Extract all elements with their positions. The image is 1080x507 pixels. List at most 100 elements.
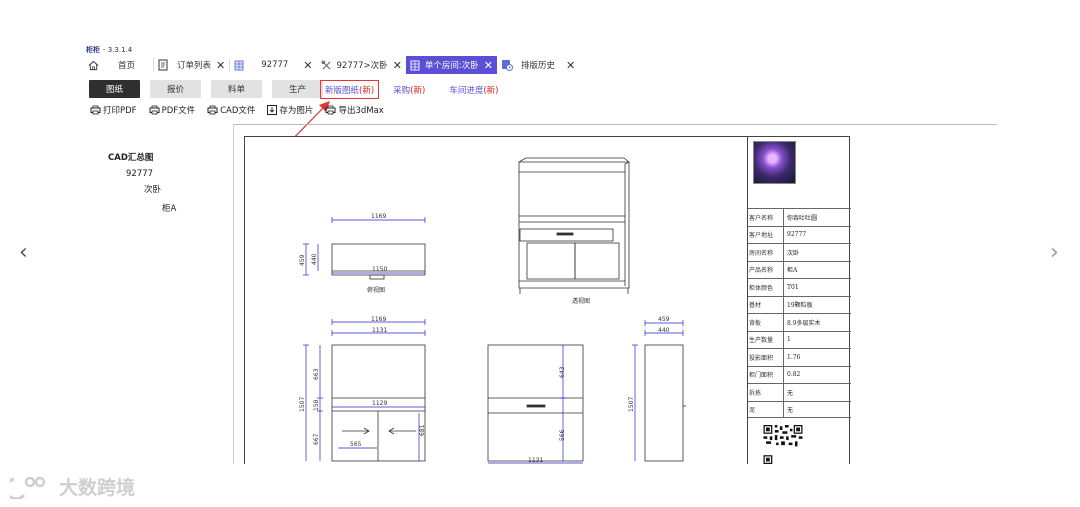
info-row: 生产数量 1 bbox=[748, 330, 851, 348]
new-badge: (新) bbox=[410, 85, 426, 96]
grid-icon bbox=[410, 60, 420, 70]
app-version: - 3.3.1.4 bbox=[103, 46, 133, 54]
tool-label: CAD文件 bbox=[220, 106, 256, 116]
link-label: 车间进度 bbox=[449, 85, 484, 96]
grid-icon bbox=[234, 60, 244, 70]
close-icon[interactable]: ✕ bbox=[484, 60, 493, 71]
dim-label: 1507 bbox=[628, 397, 635, 412]
document-icon bbox=[158, 59, 168, 71]
prev-page-button[interactable]: ‹ bbox=[19, 240, 28, 265]
info-row: 基材 19颗粒板 bbox=[748, 295, 851, 313]
tab-label: 92777>次卧 bbox=[336, 61, 388, 71]
info-row: 柜门面积 0.82 bbox=[748, 365, 851, 383]
tab-label: 排版历史 bbox=[521, 61, 556, 71]
new-badge: (新) bbox=[359, 85, 375, 96]
pdf-icon bbox=[149, 105, 160, 115]
link-label: 采购 bbox=[393, 85, 411, 96]
tab-label: 订单列表 bbox=[177, 61, 212, 71]
export-toolbar: 打印PDF PDF文件 CAD文件 存为图片 导出3dMax bbox=[90, 104, 384, 116]
dim-label: 459 bbox=[299, 254, 306, 266]
home-icon bbox=[88, 60, 99, 70]
tool-label: 导出3dMax bbox=[338, 106, 384, 116]
dim-label: 1169 bbox=[371, 316, 386, 323]
tool-label: 存为图片 bbox=[279, 106, 314, 116]
history-icon bbox=[502, 60, 513, 71]
side-view bbox=[644, 344, 686, 462]
tool-label: 打印PDF bbox=[103, 106, 137, 116]
dim-label: 459 bbox=[658, 316, 670, 323]
drawing-tree: CAD汇总图 92777 次卧 柜A bbox=[90, 150, 176, 217]
save-image-icon bbox=[267, 105, 278, 115]
new-badge: (新) bbox=[483, 85, 499, 96]
front-view-right bbox=[487, 344, 584, 462]
print-pdf-button[interactable]: 打印PDF bbox=[90, 104, 137, 116]
watermark-logo-icon bbox=[10, 476, 46, 499]
view-caption-perspective: 透视图 bbox=[572, 297, 590, 305]
view-caption-top: 俯视图 bbox=[367, 286, 385, 294]
dim-label: 667 bbox=[313, 433, 320, 445]
tree-item-cad-summary[interactable]: CAD汇总图 bbox=[90, 150, 176, 166]
pdf-file-button[interactable]: PDF文件 bbox=[149, 104, 196, 116]
tab-92777[interactable]: 92777 ✕ bbox=[230, 56, 316, 74]
tab-label: 单个房间:次卧 bbox=[424, 61, 479, 71]
tab-home[interactable]: 首页 bbox=[84, 56, 139, 74]
tool-label: PDF文件 bbox=[161, 106, 196, 116]
tab-order-list[interactable]: 订单列表 ✕ bbox=[154, 56, 229, 74]
info-row: 背板 8.9多层实木 bbox=[748, 313, 851, 331]
dim-label: 565 bbox=[350, 441, 362, 448]
dim-label: 1507 bbox=[299, 397, 306, 412]
info-row: 泥无 bbox=[748, 400, 851, 418]
tab-bar: 首页 订单列表 ✕ 92777 ✕ 92777>次卧 ✕ 单个房间:次卧 ✕ 排… bbox=[84, 55, 579, 75]
close-icon[interactable]: ✕ bbox=[566, 60, 575, 71]
segment-materials[interactable]: 料单 bbox=[211, 80, 262, 98]
product-thumbnail bbox=[753, 141, 796, 184]
cad-icon bbox=[207, 105, 218, 115]
tab-label: 首页 bbox=[118, 61, 136, 71]
save-image-button[interactable]: 存为图片 bbox=[267, 104, 313, 116]
close-icon[interactable]: ✕ bbox=[303, 60, 312, 71]
close-icon[interactable]: ✕ bbox=[393, 60, 402, 71]
watermark-text: 大数跨境 bbox=[59, 477, 136, 499]
dim-label: 643 bbox=[559, 366, 566, 378]
qr-code-icon bbox=[763, 425, 803, 464]
segment-quote[interactable]: 报价 bbox=[150, 80, 201, 98]
dim-label: 1169 bbox=[371, 213, 386, 220]
close-icon[interactable]: ✕ bbox=[216, 60, 225, 71]
tab-92777-bedroom[interactable]: 92777>次卧 ✕ bbox=[317, 56, 406, 74]
tree-item-order[interactable]: 92777 bbox=[90, 166, 176, 182]
watermark: 大数跨境 bbox=[10, 473, 135, 500]
tab-label: 92777 bbox=[261, 60, 289, 70]
export-icon bbox=[325, 105, 336, 115]
dim-label: 1150 bbox=[372, 266, 387, 273]
tab-single-room[interactable]: 单个房间:次卧 ✕ bbox=[405, 56, 497, 74]
title-block: 客户名称 你吞吐吐圆 客户地址 92777 房间名称 次卧 产品名称 柜A 柜体颜色 T0… bbox=[747, 136, 851, 464]
feature-links: 新版图纸 (新) 采购 (新) 车间进度 (新) bbox=[320, 80, 502, 99]
link-purchase[interactable]: 采购 (新) bbox=[389, 80, 429, 99]
info-row: 客户名称 你吞吐吐圆 bbox=[748, 208, 851, 226]
print-icon bbox=[90, 105, 101, 115]
app-logo: 柜柜 bbox=[86, 46, 100, 54]
link-label: 新版图纸 bbox=[325, 85, 360, 96]
dim-label: 681 bbox=[419, 424, 426, 436]
dim-label: 1131 bbox=[372, 327, 387, 334]
link-workshop-progress[interactable]: 车间进度 (新) bbox=[445, 80, 502, 99]
cad-file-button[interactable]: CAD文件 bbox=[207, 104, 255, 116]
export-3dmax-button[interactable]: 导出3dMax bbox=[325, 104, 384, 116]
info-row: 拆拣无 bbox=[748, 383, 851, 401]
tree-item-room[interactable]: 次卧 bbox=[90, 182, 176, 198]
cad-drawing: 1169 1150 459 440 1169 1131 459 440 1507… bbox=[299, 157, 686, 464]
tools-icon bbox=[320, 59, 331, 70]
segment-drawing[interactable]: 图纸 bbox=[89, 80, 140, 98]
tab-layout-history[interactable]: 排版历史 ✕ bbox=[497, 56, 579, 74]
info-row: 投影面积 1.76 bbox=[748, 348, 851, 366]
info-row: 产品名称 柜A bbox=[748, 260, 851, 278]
info-row: 房间名称 次卧 bbox=[748, 243, 851, 261]
dim-label: 663 bbox=[313, 368, 320, 380]
next-page-button[interactable]: › bbox=[1050, 240, 1059, 265]
top-view bbox=[331, 243, 426, 280]
perspective-view bbox=[518, 157, 630, 294]
dim-label: 566 bbox=[559, 429, 566, 441]
tree-item-cabinet[interactable]: 柜A bbox=[90, 201, 176, 217]
app-brand: 柜柜 - 3.3.1.4 bbox=[86, 45, 132, 55]
info-row: 柜体颜色 T01 bbox=[748, 278, 851, 296]
